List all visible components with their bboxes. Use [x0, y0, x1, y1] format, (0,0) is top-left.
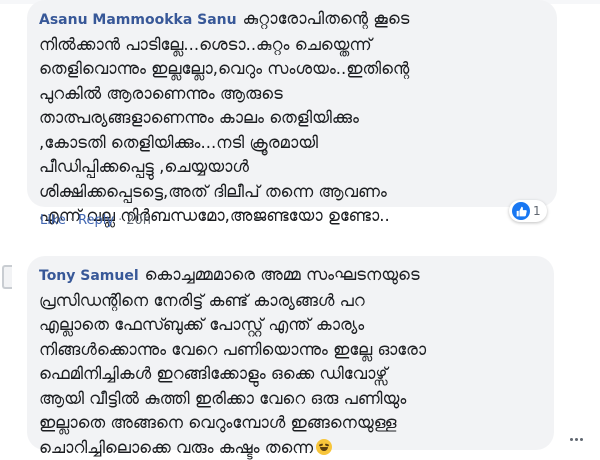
comment-text-line: ശിക്ഷിക്കപ്പെടട്ടെ,അത് ദിലീപ് തന്നെ ആവണം	[39, 180, 545, 205]
comment-first-line: Tony Samuel കൊച്ചമ്മമാരെ അമ്മ സംഘടനയുടെ	[39, 263, 542, 289]
comment-text-line: താത്പര്യങ്ങളാണെന്നും കാലം തെളിയിക്കും	[39, 106, 545, 131]
action-separator: ·	[118, 213, 122, 228]
comment-bubble: Tony Samuel കൊച്ചമ്മമാരെ അമ്മ സംഘടനയുടെ പ…	[27, 256, 554, 450]
dot	[575, 438, 578, 441]
like-thumb-icon	[512, 202, 530, 220]
dot	[570, 438, 573, 441]
action-separator: ·	[70, 213, 74, 228]
comment-bubble: Asanu Mammookka Sanu കുറ്റാരോപിതന്റെ കൂടെ…	[27, 0, 557, 207]
comment-text-line: കുറ്റാരോപിതന്റെ കൂടെ	[243, 9, 410, 28]
comment-text-line: ,കോടതി തെളിയിക്കും...നടി ക്രൂരമായി	[39, 131, 545, 156]
comment-text-line: കൊച്ചമ്മമാരെ അമ്മ സംഘടനയുടെ	[145, 265, 420, 284]
reply-link[interactable]: Reply	[78, 213, 114, 228]
comment-timestamp[interactable]: 20h	[126, 213, 151, 228]
comment-text-line: പീഡിപ്പിക്കപ്പെട്ടു ,ചെയ്യയാൾ	[39, 155, 545, 180]
comment-text-line: തെളിവൊന്നും ഇല്ലല്ലോ,വെറും സംശയം..ഇതിന്റ…	[39, 57, 545, 82]
comment-text-line: പ്രസിഡന്റിനെ നേരിട്ട് കണ്ട് കാര്യങ്ങൾ പറ	[39, 289, 542, 314]
comment-author-name[interactable]: Asanu Mammookka Sanu	[39, 12, 237, 28]
dot	[580, 438, 583, 441]
laughing-emoji-icon	[316, 439, 332, 455]
comment-last-line: ചൊറിച്ചിലൊക്കെ വരും കഷ്ടം തന്നെ	[39, 436, 542, 460]
comment-text-line: ചൊറിച്ചിലൊക്കെ വരും കഷ്ടം തന്നെ	[39, 438, 313, 457]
comment-text-line: നിങ്ങൾക്കൊന്നും വേറെ പണിയൊന്നും ഇല്ലേ ഓര…	[39, 338, 542, 363]
more-options-icon[interactable]	[570, 436, 584, 442]
reaction-count-badge[interactable]: 1	[509, 200, 547, 222]
comment-text-line: ആയി വീട്ടിൽ കുത്തി ഇരിക്കാ വേറെ ഒരു പണിയ…	[39, 387, 542, 412]
comment-actions: Like · Reply · 20h	[40, 213, 151, 228]
comment-text-line: ഇല്ലാതെ അങ്ങനെ വെറുംമ്പോൾ ഇങ്ങനെയുള്ള	[39, 411, 542, 436]
comment-text-line: ഫെമിനിച്ചികൾ ഇറങ്ങിക്കോളും ഒക്കെ ഡിവോഴ്സ…	[39, 362, 542, 387]
comment-first-line: Asanu Mammookka Sanu കുറ്റാരോപിതന്റെ കൂടെ	[39, 7, 545, 33]
comment-text-line: പുറകിൽ ആരാണെന്നും ആരുടെ	[39, 82, 545, 107]
like-link[interactable]: Like	[40, 213, 66, 228]
reaction-count: 1	[533, 204, 541, 218]
comment-text-line: നിൽക്കാൻ പാടില്ലേ...ശെടാ..കുറ്റം ചെയ്തെന…	[39, 33, 545, 58]
comment-author-name[interactable]: Tony Samuel	[39, 268, 139, 284]
avatar[interactable]	[2, 265, 12, 289]
comment-text-line: എല്ലാതെ ഫേസ്ബുക്ക് പോസ്റ്റ് എന്ത് കാര്യം	[39, 313, 542, 338]
